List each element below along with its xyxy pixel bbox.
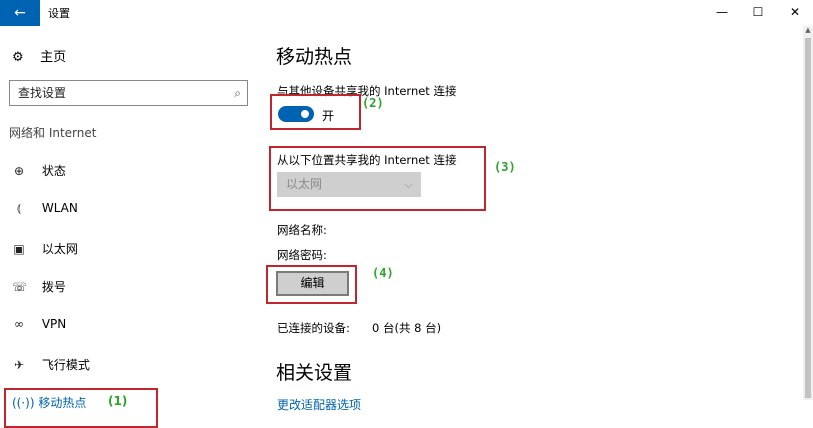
airplane-icon: ✈ xyxy=(13,358,25,372)
sidebar: ⚙ 主页 查找设置 ⌕ 网络和 Internet ⊕ 状态 ⦅ WLAN ▣ 以… xyxy=(0,26,258,428)
globe-icon: ⊕ xyxy=(13,164,25,178)
sidebar-item-vpn[interactable]: ∞ VPN xyxy=(12,317,66,331)
main-content: 移动热点 与其他设备共享我的 Internet 连接 开 (2) 从以下位置共享… xyxy=(258,26,803,412)
close-button[interactable]: ✕ xyxy=(785,3,805,21)
step-marker-4: (4) xyxy=(372,266,394,280)
sidebar-item-label: 拨号 xyxy=(41,280,66,294)
window-title: 设置 xyxy=(48,7,70,20)
change-adapter-options-link[interactable]: 更改适配器选项 xyxy=(277,396,361,413)
search-icon[interactable]: ⌕ xyxy=(234,81,241,105)
title-bar: ← 设置 — ☐ ✕ xyxy=(0,0,813,26)
toggle-knob xyxy=(301,110,309,118)
toggle-state-label: 开 xyxy=(322,109,335,123)
step-marker-3: (3) xyxy=(494,160,516,174)
connected-devices-label: 已连接的设备: xyxy=(277,321,350,335)
page-title: 移动热点 xyxy=(276,46,353,68)
sidebar-item-label: 状态 xyxy=(41,164,66,178)
share-from-dropdown[interactable]: 以太网 ⌵ xyxy=(277,172,421,197)
sidebar-item-dialup[interactable]: ☏ 拨号 xyxy=(12,278,66,295)
dropdown-selected-value: 以太网 xyxy=(286,177,323,191)
sidebar-item-wlan[interactable]: ⦅ WLAN xyxy=(12,201,78,216)
back-button[interactable]: ← xyxy=(0,0,40,26)
hotspot-toggle[interactable] xyxy=(278,106,314,122)
step-marker-1: (1) xyxy=(108,394,128,408)
sidebar-item-label: 以太网 xyxy=(41,242,78,256)
sidebar-item-ethernet[interactable]: ▣ 以太网 xyxy=(12,240,78,257)
chevron-down-icon: ⌵ xyxy=(404,178,413,191)
sidebar-item-airplane-mode[interactable]: ✈ 飞行模式 xyxy=(12,356,90,373)
search-placeholder: 查找设置 xyxy=(18,86,67,100)
minimize-button[interactable]: — xyxy=(712,3,732,21)
related-settings-heading: 相关设置 xyxy=(276,362,353,384)
sidebar-item-label: 主页 xyxy=(40,50,67,65)
sidebar-item-label: WLAN xyxy=(41,201,78,215)
back-arrow-icon: ← xyxy=(14,5,26,21)
sidebar-item-status[interactable]: ⊕ 状态 xyxy=(12,162,66,179)
sidebar-item-label: 移动热点 xyxy=(38,396,87,410)
vpn-icon: ∞ xyxy=(14,317,24,331)
ethernet-icon: ▣ xyxy=(13,242,25,256)
scrollbar[interactable]: ▲ xyxy=(803,26,813,400)
sidebar-item-home[interactable]: ⚙ 主页 xyxy=(12,46,66,65)
hotspot-icon: ((·)) xyxy=(12,396,35,410)
scroll-up-icon[interactable]: ▲ xyxy=(803,26,813,36)
step-marker-2: (2) xyxy=(362,96,384,110)
phone-icon: ☏ xyxy=(12,280,28,294)
search-input[interactable]: 查找设置 ⌕ xyxy=(9,80,248,106)
network-name-label: 网络名称: xyxy=(277,223,327,237)
sidebar-item-label: VPN xyxy=(41,317,67,331)
scroll-thumb[interactable] xyxy=(805,38,811,398)
maximize-button[interactable]: ☐ xyxy=(748,3,768,21)
share-from-label: 从以下位置共享我的 Internet 连接 xyxy=(277,153,457,167)
sidebar-item-mobile-hotspot[interactable]: ((·)) 移动热点 (1) xyxy=(12,394,127,411)
connected-devices-value: 0 台(共 8 台) xyxy=(372,321,442,335)
wifi-icon: ⦅ xyxy=(17,201,21,215)
gear-icon: ⚙ xyxy=(12,50,24,65)
edit-button[interactable]: 编辑 xyxy=(276,271,349,296)
sidebar-item-label: 飞行模式 xyxy=(41,358,90,372)
section-heading: 网络和 Internet xyxy=(9,126,97,140)
network-password-label: 网络密码: xyxy=(277,248,327,262)
